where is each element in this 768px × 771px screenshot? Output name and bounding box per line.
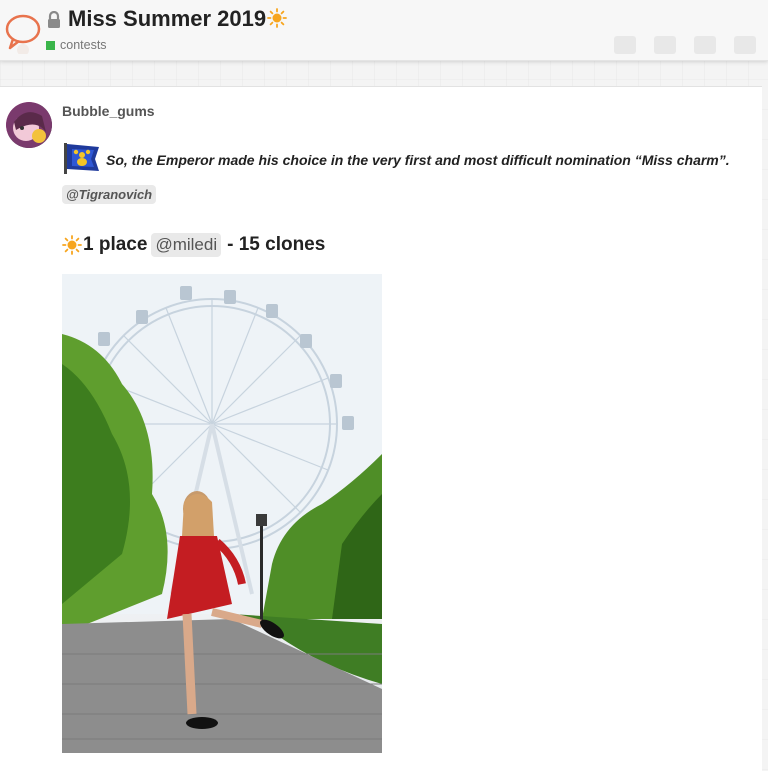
site-logo-icon[interactable] (4, 8, 42, 54)
topic-title-text: Miss Summer 2019 (68, 6, 267, 31)
faded-icon (734, 36, 756, 54)
category-badge[interactable]: contests (46, 38, 107, 52)
header-actions-faded (614, 36, 756, 54)
place-label: 1 place (83, 234, 148, 255)
quote-text: So, the Emperor made his choice in the v… (106, 152, 730, 168)
post: Bubble_gums So, the Emperor made his cho… (0, 86, 762, 771)
sun-icon (267, 8, 288, 28)
place-mention-link[interactable]: @miledi (151, 233, 222, 257)
quote-mention-link[interactable]: @Tigranovich (62, 185, 157, 204)
place-suffix: - 15 clones (227, 234, 326, 255)
sun-icon (62, 235, 82, 255)
topic-header: Miss Summer 2019 contests (0, 0, 768, 61)
topic-title[interactable]: Miss Summer 2019 (68, 6, 288, 32)
photo-illustration (62, 274, 382, 753)
category-label: contests (60, 38, 107, 52)
faded-icon (694, 36, 716, 54)
lock-icon (48, 11, 60, 28)
faded-icon (614, 36, 636, 54)
avatar-image (6, 102, 52, 148)
emperor-flag-icon (64, 143, 99, 174)
avatar[interactable] (6, 102, 52, 148)
category-color-swatch (46, 40, 55, 50)
post-username[interactable]: Bubble_gums (62, 103, 155, 119)
place-heading: 1 place @miledi - 15 clones (62, 233, 325, 257)
post-quote: So, the Emperor made his choice in the v… (62, 141, 742, 211)
faded-icon (654, 36, 676, 54)
post-photo[interactable] (62, 274, 382, 753)
